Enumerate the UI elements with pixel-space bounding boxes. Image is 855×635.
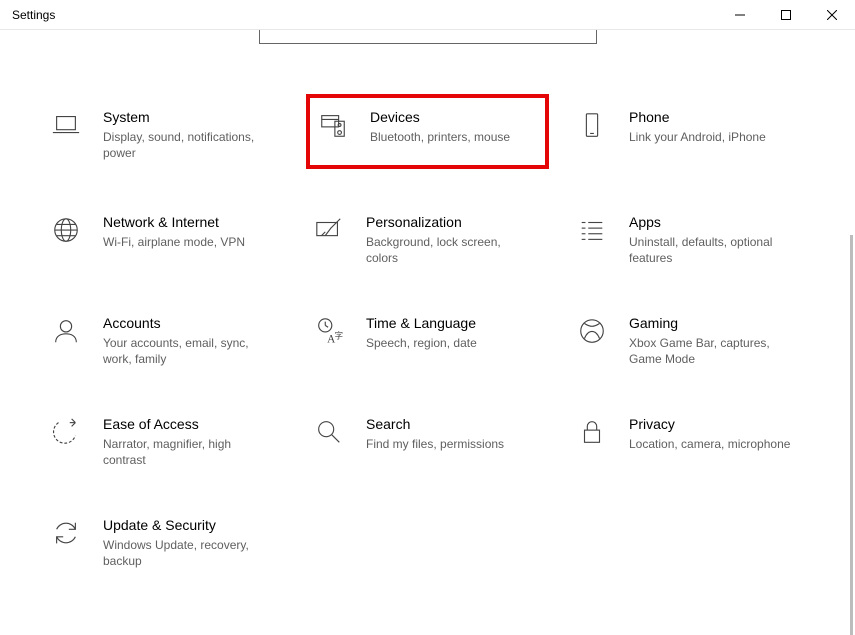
tile-desc: Speech, region, date bbox=[366, 335, 536, 351]
tile-title: System bbox=[103, 108, 282, 126]
tile-search[interactable]: Search Find my files, permissions bbox=[306, 411, 549, 472]
tile-network[interactable]: Network & Internet Wi-Fi, airplane mode,… bbox=[43, 209, 286, 270]
tile-accounts[interactable]: Accounts Your accounts, email, sync, wor… bbox=[43, 310, 286, 371]
tile-desc: Background, lock screen, colors bbox=[366, 234, 536, 266]
tile-desc: Link your Android, iPhone bbox=[629, 129, 799, 145]
tile-title: Phone bbox=[629, 108, 808, 126]
tile-title: Personalization bbox=[366, 213, 545, 231]
maximize-button[interactable] bbox=[763, 0, 809, 30]
lock-icon bbox=[573, 415, 611, 447]
scrollbar[interactable] bbox=[850, 235, 853, 635]
tile-desc: Narrator, magnifier, high contrast bbox=[103, 436, 273, 468]
tile-title: Search bbox=[366, 415, 545, 433]
tile-desc: Display, sound, notifications, power bbox=[103, 129, 273, 161]
tile-desc: Bluetooth, printers, mouse bbox=[370, 129, 540, 145]
devices-icon bbox=[314, 108, 352, 140]
settings-home: System Display, sound, notifications, po… bbox=[0, 30, 855, 573]
phone-icon bbox=[573, 108, 611, 140]
title-bar: Settings bbox=[0, 0, 855, 30]
tile-update-security[interactable]: Update & Security Windows Update, recove… bbox=[43, 512, 286, 573]
window-title: Settings bbox=[0, 8, 55, 22]
tile-title: Update & Security bbox=[103, 516, 282, 534]
tile-ease-of-access[interactable]: Ease of Access Narrator, magnifier, high… bbox=[43, 411, 286, 472]
tile-title: Apps bbox=[629, 213, 808, 231]
tile-time-language[interactable]: A字 Time & Language Speech, region, date bbox=[306, 310, 549, 371]
globe-icon bbox=[47, 213, 85, 245]
person-icon bbox=[47, 314, 85, 346]
tile-title: Accounts bbox=[103, 314, 282, 332]
tile-desc: Location, camera, microphone bbox=[629, 436, 799, 452]
xbox-icon bbox=[573, 314, 611, 346]
search-settings-input[interactable] bbox=[259, 30, 597, 44]
tile-title: Gaming bbox=[629, 314, 808, 332]
time-language-icon: A字 bbox=[310, 314, 348, 346]
close-button[interactable] bbox=[809, 0, 855, 30]
tile-apps[interactable]: Apps Uninstall, defaults, optional featu… bbox=[569, 209, 812, 270]
tile-title: Devices bbox=[370, 108, 541, 126]
sync-icon bbox=[47, 516, 85, 548]
apps-list-icon bbox=[573, 213, 611, 245]
tile-system[interactable]: System Display, sound, notifications, po… bbox=[43, 104, 286, 169]
window-controls bbox=[717, 0, 855, 30]
settings-grid: System Display, sound, notifications, po… bbox=[8, 44, 847, 573]
tile-title: Ease of Access bbox=[103, 415, 282, 433]
tile-personalization[interactable]: Personalization Background, lock screen,… bbox=[306, 209, 549, 270]
tile-gaming[interactable]: Gaming Xbox Game Bar, captures, Game Mod… bbox=[569, 310, 812, 371]
paintbrush-icon bbox=[310, 213, 348, 245]
minimize-button[interactable] bbox=[717, 0, 763, 30]
tile-desc: Uninstall, defaults, optional features bbox=[629, 234, 799, 266]
ease-of-access-icon bbox=[47, 415, 85, 447]
tile-desc: Xbox Game Bar, captures, Game Mode bbox=[629, 335, 799, 367]
tile-title: Network & Internet bbox=[103, 213, 282, 231]
tile-desc: Your accounts, email, sync, work, family bbox=[103, 335, 273, 367]
tile-devices[interactable]: Devices Bluetooth, printers, mouse bbox=[306, 94, 549, 169]
svg-text:字: 字 bbox=[335, 331, 343, 341]
tile-desc: Wi-Fi, airplane mode, VPN bbox=[103, 234, 273, 250]
tile-phone[interactable]: Phone Link your Android, iPhone bbox=[569, 104, 812, 169]
tile-desc: Windows Update, recovery, backup bbox=[103, 537, 273, 569]
search-icon bbox=[310, 415, 348, 447]
tile-title: Time & Language bbox=[366, 314, 545, 332]
laptop-icon bbox=[47, 108, 85, 140]
tile-privacy[interactable]: Privacy Location, camera, microphone bbox=[569, 411, 812, 472]
tile-desc: Find my files, permissions bbox=[366, 436, 536, 452]
tile-title: Privacy bbox=[629, 415, 808, 433]
